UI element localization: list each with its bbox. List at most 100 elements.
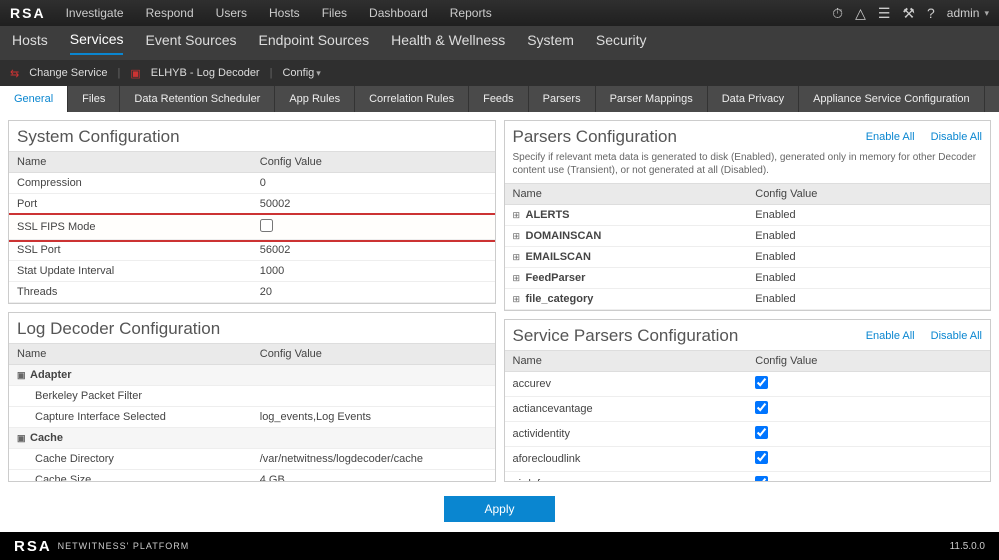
log-icon[interactable]: ☰	[878, 5, 891, 22]
footer-version: 11.5.0.0	[950, 541, 985, 552]
cell-value	[747, 472, 990, 482]
cell-value: Enabled	[747, 205, 990, 226]
tab-general[interactable]: General	[0, 86, 68, 112]
table-row[interactable]: Capture Interface Selectedlog_events,Log…	[9, 407, 495, 428]
cell-name: airdefense	[505, 472, 748, 482]
checkbox[interactable]	[755, 426, 768, 439]
topnav-respond[interactable]: Respond	[146, 6, 194, 20]
expand-icon[interactable]: ⊞	[513, 210, 522, 221]
cell-name: Berkeley Packet Filter	[9, 386, 252, 407]
subnav-services[interactable]: Services	[70, 31, 124, 55]
subnav-system[interactable]: System	[527, 32, 574, 54]
subnav-event-sources[interactable]: Event Sources	[145, 32, 236, 54]
apply-button[interactable]: Apply	[444, 496, 554, 522]
panel-subtitle: Specify if relevant meta data is generat…	[505, 151, 991, 183]
disable-all-link[interactable]: Disable All	[931, 131, 982, 143]
expand-icon[interactable]: ⊞	[513, 273, 522, 284]
table-row[interactable]: actividentity	[505, 422, 991, 447]
cell-value: 0	[252, 173, 495, 194]
table-row[interactable]: SSL Port56002	[9, 240, 495, 261]
table-row[interactable]: Threads20	[9, 282, 495, 303]
topnav-investigate[interactable]: Investigate	[66, 6, 124, 20]
col-name: Name	[9, 152, 252, 173]
cell-name: aforecloudlink	[505, 447, 748, 472]
cell-name: actividentity	[505, 422, 748, 447]
tab-correlation-rules[interactable]: Correlation Rules	[355, 86, 469, 112]
cell-name: Threads	[9, 282, 252, 303]
tools-icon[interactable]: ⚒	[902, 5, 915, 22]
subnav-endpoint-sources[interactable]: Endpoint Sources	[259, 32, 370, 54]
tab-parser-mappings[interactable]: Parser Mappings	[596, 86, 708, 112]
footer: RSA NETWITNESS' PLATFORM 11.5.0.0	[0, 532, 999, 560]
checkbox[interactable]	[755, 476, 768, 481]
table-row[interactable]: accurev	[505, 372, 991, 397]
collapse-icon[interactable]: ▣	[17, 370, 26, 381]
timer-icon[interactable]: ⏱	[832, 5, 843, 22]
topnav-files[interactable]: Files	[322, 6, 347, 20]
table-row[interactable]: airdefense	[505, 472, 991, 482]
table-row[interactable]: ⊞file_categoryEnabled	[505, 289, 991, 310]
disable-all-link[interactable]: Disable All	[931, 330, 982, 342]
table-row[interactable]: Stat Update Interval1000	[9, 261, 495, 282]
table-row[interactable]: Cache Directory/var/netwitness/logdecode…	[9, 449, 495, 470]
tab-app-rules[interactable]: App Rules	[275, 86, 355, 112]
change-service-link[interactable]: Change Service	[29, 67, 107, 79]
topnav-dashboard[interactable]: Dashboard	[369, 6, 428, 20]
table-row[interactable]: ⊞EMAILSCANEnabled	[505, 247, 991, 268]
tab-data-retention-scheduler[interactable]: Data Retention Scheduler	[120, 86, 275, 112]
group-row[interactable]: ▣Cache	[9, 428, 495, 449]
tab-strip: GeneralFilesData Retention SchedulerApp …	[0, 86, 999, 112]
tab-feeds[interactable]: Feeds	[469, 86, 529, 112]
cell-value: 1000	[252, 261, 495, 282]
table-row[interactable]: ⊞ALERTSEnabled	[505, 205, 991, 226]
cell-value: /var/netwitness/logdecoder/cache	[252, 449, 495, 470]
table-row[interactable]: actiancevantage	[505, 397, 991, 422]
cell-name: accurev	[505, 372, 748, 397]
subnav-health-wellness[interactable]: Health & Wellness	[391, 32, 505, 54]
table-row[interactable]: aforecloudlink	[505, 447, 991, 472]
cell-name: Cache Size	[9, 470, 252, 482]
cell-name: ⊞DOMAINSCAN	[505, 226, 748, 247]
checkbox[interactable]	[755, 401, 768, 414]
enable-all-link[interactable]: Enable All	[866, 131, 915, 143]
checkbox[interactable]	[755, 376, 768, 389]
cell-name: ⊞EMAILSCAN	[505, 247, 748, 268]
checkbox[interactable]	[755, 451, 768, 464]
table-row[interactable]: ⊞DOMAINSCANEnabled	[505, 226, 991, 247]
tab-parsers[interactable]: Parsers	[529, 86, 596, 112]
table-row[interactable]: Compression0	[9, 173, 495, 194]
help-icon[interactable]: ?	[927, 5, 935, 21]
bell-icon[interactable]: △	[855, 5, 866, 22]
cell-value	[252, 386, 495, 407]
subnav-hosts[interactable]: Hosts	[12, 32, 48, 54]
enable-all-link[interactable]: Enable All	[866, 330, 915, 342]
col-name: Name	[505, 351, 748, 372]
expand-icon[interactable]: ⊞	[513, 252, 522, 263]
table-row[interactable]: Cache Size4 GB	[9, 470, 495, 482]
tab-data-privacy[interactable]: Data Privacy	[708, 86, 799, 112]
cell-value	[747, 447, 990, 472]
subnav-security[interactable]: Security	[596, 32, 647, 54]
table-row[interactable]: SSL FIPS Mode	[9, 215, 495, 240]
expand-icon[interactable]: ⊞	[513, 294, 522, 305]
col-name: Name	[505, 184, 748, 205]
service-name: ELHYB - Log Decoder	[151, 67, 260, 79]
table-row[interactable]: Port50002	[9, 194, 495, 215]
topnav-users[interactable]: Users	[216, 6, 247, 20]
topnav-hosts[interactable]: Hosts	[269, 6, 300, 20]
tab-appliance-service-configuration[interactable]: Appliance Service Configuration	[799, 86, 985, 112]
cell-name: SSL Port	[9, 240, 252, 261]
expand-icon[interactable]: ⊞	[513, 231, 522, 242]
checkbox[interactable]	[260, 219, 273, 232]
table-row[interactable]: Berkeley Packet Filter	[9, 386, 495, 407]
cell-value: Enabled	[747, 247, 990, 268]
table-row[interactable]: ⊞FeedParserEnabled	[505, 268, 991, 289]
collapse-icon[interactable]: ▣	[17, 433, 26, 444]
cell-value: Enabled	[747, 226, 990, 247]
topnav-reports[interactable]: Reports	[450, 6, 492, 20]
user-menu[interactable]: admin	[947, 6, 989, 20]
panel-title: Log Decoder Configuration	[17, 319, 220, 339]
group-row[interactable]: ▣Adapter	[9, 365, 495, 386]
config-dropdown[interactable]: Config	[282, 67, 320, 79]
tab-files[interactable]: Files	[68, 86, 120, 112]
